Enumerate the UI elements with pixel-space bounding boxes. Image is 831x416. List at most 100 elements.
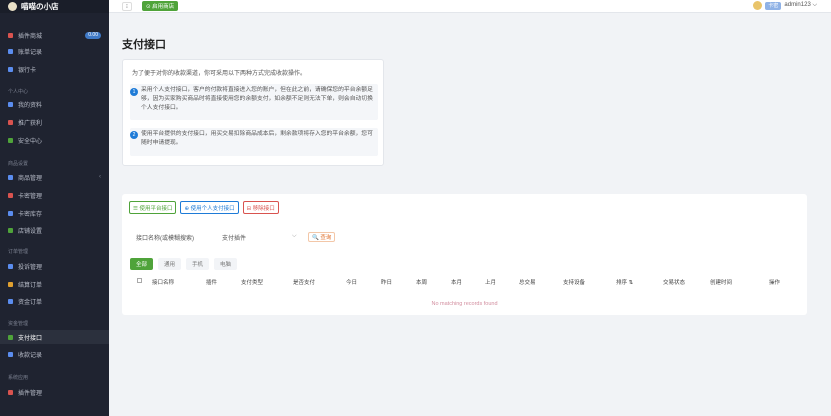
sidebar-item-label: 投诉管理 <box>18 264 43 271</box>
step-number: 1 <box>130 88 138 96</box>
sidebar: 喵喵の小店 插件商城 0.00 账单记录 银行卡 个人中心 我的资料 推广获利 … <box>0 0 109 416</box>
interface-table-card: ☰ 使用平台接口 ⊕ 使用个人支付接口 ⊟ 移除接口 接口名称(或模糊搜索) 支… <box>122 194 807 315</box>
sidebar-item-goods[interactable]: 商品管理 ‹ <box>0 170 109 184</box>
sidebar-item-fund-orders[interactable]: 资金订单 <box>0 294 109 308</box>
avatar <box>753 1 763 10</box>
col-devices: 支持设备 <box>563 280 586 286</box>
toolbar: ☰ 使用平台接口 ⊕ 使用个人支付接口 ⊟ 移除接口 <box>129 201 279 214</box>
username: admin123 ⌵ <box>784 2 817 8</box>
col-today: 今日 <box>346 280 358 286</box>
col-pay-type: 支付类型 <box>241 280 264 286</box>
sidebar-item-card-manage[interactable]: 卡密管理 <box>0 188 109 202</box>
empty-state: No matching records found <box>431 301 498 307</box>
table-header: 接口名称 插件 支付类型 是否支付 今日 昨日 本周 本月 上月 总交易 支持设… <box>130 278 802 286</box>
sidebar-item-label: 插件商城 <box>18 33 43 40</box>
chevron-down-icon[interactable]: ⌵ <box>292 233 297 240</box>
chevron-left-icon: ‹ <box>99 174 101 180</box>
sidebar-item-complaints[interactable]: 投诉管理 <box>0 259 109 273</box>
top-bar: ⁝ ⊙ 启用商店 卡密 admin123 ⌵ <box>109 0 831 13</box>
sidebar-item-label: 收款记录 <box>18 352 43 359</box>
tab-pc[interactable]: 电脑 <box>214 258 238 270</box>
sidebar-item-label: 商品管理 <box>18 175 43 182</box>
option-platform: 2 使用平台提供的支付接口，用买交易扣除商品成本后，剩余款项将存入您的平台余额，… <box>130 128 378 156</box>
sidebar-item-promotion[interactable]: 推广获利 <box>0 115 109 129</box>
user-menu[interactable]: 卡密 admin123 ⌵ <box>753 1 817 10</box>
sidebar-item-plugin-store[interactable]: 插件商城 0.00 <box>0 28 109 42</box>
option-text: 采用个人支付接口，客户的付款将直接进入您的账户，但在此之前，请确保您的平台余额足… <box>141 87 373 111</box>
tab-all[interactable]: 全部 <box>130 258 154 270</box>
sidebar-item-bank-card[interactable]: 银行卡 <box>0 62 109 76</box>
user-tag: 卡密 <box>765 1 782 10</box>
sidebar-item-plugin-manage[interactable]: 插件管理 <box>0 385 109 399</box>
col-last-month: 上月 <box>485 280 497 286</box>
key-icon <box>8 192 13 198</box>
col-yesterday: 昨日 <box>381 280 393 286</box>
col-month: 本月 <box>451 280 463 286</box>
use-platform-button[interactable]: ☰ 使用平台接口 <box>129 201 177 214</box>
col-is-pay: 是否支付 <box>293 280 316 286</box>
order-icon <box>8 281 13 287</box>
sidebar-item-label: 推广获利 <box>18 120 43 127</box>
card-icon <box>8 66 13 72</box>
alert-icon <box>8 263 13 269</box>
plugin-select[interactable]: 支付插件 <box>222 233 246 242</box>
sidebar-group-personal: 个人中心 <box>8 89 29 95</box>
sidebar-group-goods: 商品设置 <box>8 161 29 167</box>
device-tabs: 全部 通用 手机 电脑 <box>130 258 238 270</box>
col-sort[interactable]: 排序 ⇅ <box>616 278 633 286</box>
select-all-checkbox[interactable] <box>137 278 142 283</box>
use-personal-button[interactable]: ⊕ 使用个人支付接口 <box>180 201 239 214</box>
stack-icon <box>8 210 13 216</box>
list-icon <box>8 298 13 304</box>
menu-toggle-button[interactable]: ⁝ <box>122 2 132 11</box>
page-title: 支付接口 <box>122 39 166 51</box>
bill-icon <box>8 48 13 54</box>
gear-icon <box>8 227 13 233</box>
open-shop-button[interactable]: ⊙ 启用商店 <box>142 1 179 11</box>
col-status: 交易状态 <box>663 280 686 286</box>
info-card: 为了便于对你的收款渠道，你可采用以下两种方式完成收款操作。 1 采用个人支付接口… <box>122 59 384 166</box>
user-icon <box>8 101 13 107</box>
col-created: 创建时间 <box>710 280 733 286</box>
sidebar-item-receipts[interactable]: 收款记录 <box>0 347 109 361</box>
sidebar-item-shop-settings[interactable]: 店铺设置 <box>0 223 109 237</box>
sidebar-group-system: 系统应用 <box>8 375 29 381</box>
step-number: 2 <box>130 131 138 139</box>
brand[interactable]: 喵喵の小店 <box>0 0 109 13</box>
box-icon <box>8 174 13 180</box>
tab-general[interactable]: 通用 <box>158 258 182 270</box>
sidebar-item-profile[interactable]: 我的资料 <box>0 97 109 111</box>
megaphone-icon <box>8 119 13 125</box>
sidebar-item-label: 卡密管理 <box>18 193 43 200</box>
col-name: 接口名称 <box>152 280 175 286</box>
sidebar-item-payment-interface[interactable]: 支付接口 <box>0 330 109 344</box>
sidebar-group-funds: 资金管理 <box>8 321 29 327</box>
tab-mobile[interactable]: 手机 <box>186 258 210 270</box>
search-button[interactable]: 🔍 查询 <box>308 232 336 242</box>
remove-interface-button[interactable]: ⊟ 移除接口 <box>242 201 279 214</box>
sidebar-item-label: 资金订单 <box>18 299 43 306</box>
sidebar-item-bills[interactable]: 账单记录 <box>0 44 109 58</box>
info-intro: 为了便于对你的收款渠道，你可采用以下两种方式完成收款操作。 <box>132 71 307 77</box>
option-text: 使用平台提供的支付接口，用买交易扣除商品成本后，剩余款项将存入您的平台余额，您可… <box>141 131 373 146</box>
col-plugin: 插件 <box>206 280 218 286</box>
sidebar-item-security[interactable]: 安全中心 <box>0 133 109 147</box>
col-actions: 操作 <box>769 280 781 286</box>
receipt-icon <box>8 351 13 357</box>
sidebar-item-label: 卡密库存 <box>18 211 43 218</box>
sidebar-item-label: 银行卡 <box>18 67 37 74</box>
shield-icon <box>8 137 13 143</box>
shop-logo-icon <box>8 2 17 11</box>
sidebar-item-label: 账单记录 <box>18 49 43 56</box>
balance-badge: 0.00 <box>85 31 101 39</box>
sidebar-item-label: 结算订单 <box>18 282 43 289</box>
sidebar-item-card-stock[interactable]: 卡密库存 <box>0 206 109 220</box>
name-filter-input[interactable]: 接口名称(或模糊搜索) <box>136 233 194 242</box>
sidebar-item-label: 安全中心 <box>18 138 43 145</box>
sidebar-item-settle-orders[interactable]: 结算订单 <box>0 277 109 291</box>
col-total: 总交易 <box>519 280 536 286</box>
option-personal: 1 采用个人支付接口，客户的付款将直接进入您的账户，但在此之前，请确保您的平台余… <box>130 84 378 120</box>
sidebar-group-orders: 订单管理 <box>8 249 29 255</box>
sidebar-item-label: 支付接口 <box>18 335 43 342</box>
sidebar-item-label: 我的资料 <box>18 102 43 109</box>
